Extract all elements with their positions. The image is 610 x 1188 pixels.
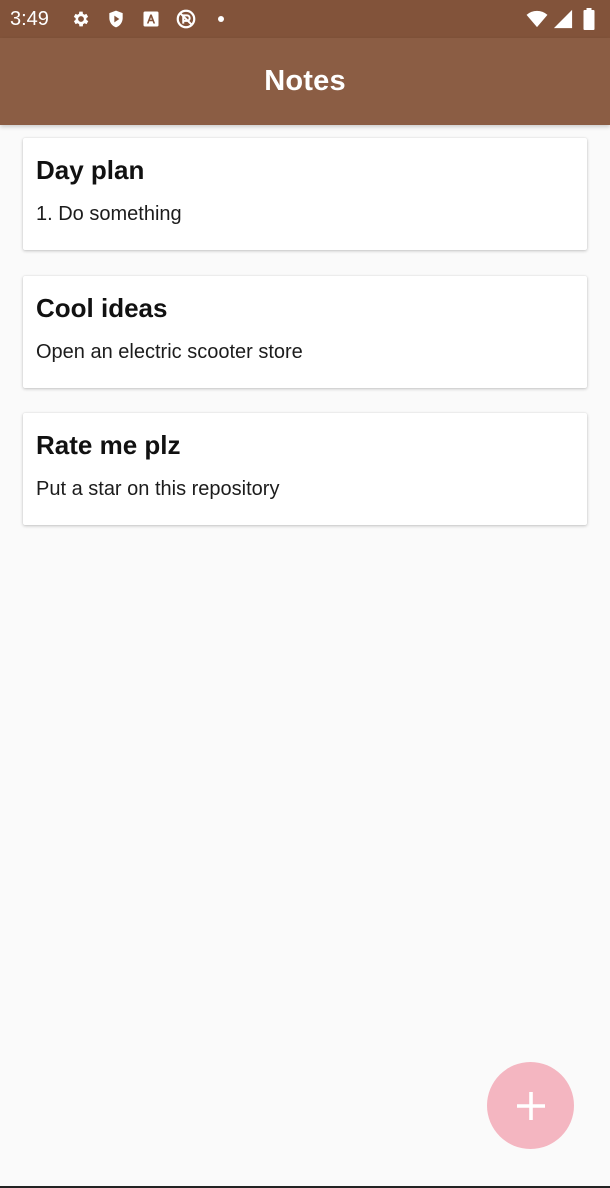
note-list: Day plan 1. Do something Cool ideas Open… [23, 138, 587, 551]
status-time: 3:49 [10, 8, 49, 30]
cellular-signal-icon [552, 8, 574, 30]
add-note-button[interactable] [487, 1062, 574, 1149]
plus-icon [514, 1089, 548, 1123]
shield-play-icon [105, 8, 127, 30]
no-tracking-icon [175, 8, 197, 30]
note-card[interactable]: Rate me plz Put a star on this repositor… [23, 413, 587, 525]
note-title: Cool ideas [36, 292, 168, 323]
status-icons-right [526, 8, 600, 30]
note-card[interactable]: Day plan 1. Do something [23, 138, 587, 250]
dot-icon [210, 8, 232, 30]
app-bar: Notes [0, 38, 610, 125]
note-body: Open an electric scooter store [36, 340, 303, 363]
status-bar: 3:49 [0, 0, 610, 38]
note-card[interactable]: Cool ideas Open an electric scooter stor… [23, 275, 587, 388]
note-body: 1. Do something [36, 203, 182, 225]
battery-icon [578, 8, 600, 30]
status-icons-left [70, 8, 232, 30]
note-body: Put a star on this repository [36, 478, 280, 500]
note-title: Rate me plz [36, 430, 181, 460]
wifi-icon [526, 8, 548, 30]
font-a-icon [140, 8, 162, 30]
settings-icon [70, 8, 92, 30]
note-title: Day plan [36, 155, 145, 185]
app-title: Notes [264, 65, 346, 97]
